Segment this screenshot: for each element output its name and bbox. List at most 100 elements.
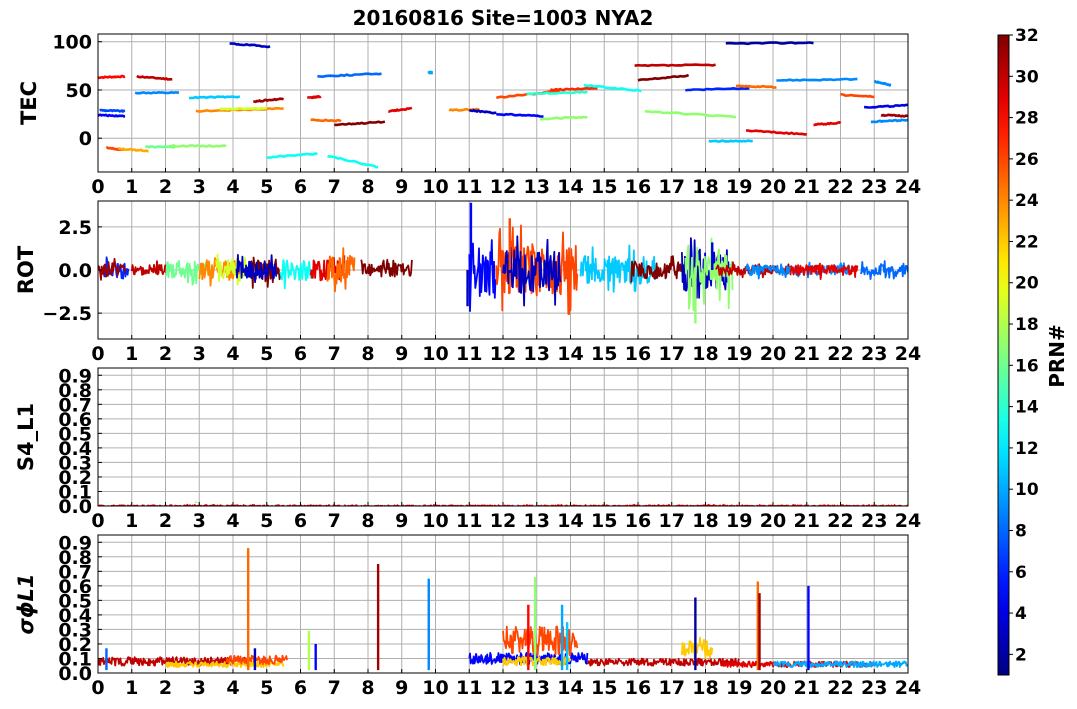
- x-tick-label: 18: [692, 677, 718, 699]
- x-tick-label: 1: [125, 176, 138, 198]
- x-tick-label: 14: [557, 343, 583, 365]
- x-tick-label: 22: [827, 510, 853, 532]
- x-tick-label: 2: [159, 677, 172, 699]
- data-series-prn-5: [468, 239, 498, 313]
- x-tick-label: 15: [591, 510, 617, 532]
- x-tick-label: 18: [692, 510, 718, 532]
- x-tick-label: 23: [861, 510, 887, 532]
- x-tick-label: 11: [456, 510, 482, 532]
- x-tick-label: 13: [524, 677, 550, 699]
- x-tick-label: 8: [361, 343, 374, 365]
- data-series-prn-8: [317, 72, 382, 78]
- y-axis-label: ROT: [14, 245, 38, 294]
- data-series-prn-9: [873, 79, 892, 87]
- data-series-prn-13: [327, 154, 379, 169]
- x-tick-label: 15: [591, 343, 617, 365]
- x-tick-label: 0: [91, 510, 104, 532]
- data-series-prn-30: [586, 657, 740, 667]
- data-series-prn-3: [229, 42, 271, 49]
- colorbar-label: PRN#: [1045, 324, 1069, 388]
- x-tick-label: 7: [328, 176, 341, 198]
- colorbar-tick-label: 18: [1015, 315, 1039, 335]
- x-tick-label: 8: [361, 510, 374, 532]
- data-series-prn-11: [708, 139, 754, 143]
- x-tick-label: 24: [895, 343, 921, 365]
- data-series-prn-31: [253, 97, 284, 104]
- x-tick-label: 24: [895, 510, 921, 532]
- x-tick-label: 24: [895, 176, 921, 198]
- x-tick-label: 8: [361, 176, 374, 198]
- x-tick-label: 16: [625, 343, 651, 365]
- x-tick-label: 1: [125, 677, 138, 699]
- figure: 20160816 Site=1003 NYA2 1005000 1 2 3 4 5 6 7 8 9…: [14, 6, 1069, 699]
- data-series-prn-29: [387, 106, 413, 113]
- y-tick-label: 0.0: [58, 260, 92, 282]
- data-series-prn-28: [98, 74, 126, 80]
- y-tick-label: 0: [79, 128, 92, 150]
- y-axis-label: σϕL1: [14, 573, 38, 634]
- data-series-prn-29: [745, 129, 807, 136]
- x-tick-label: 12: [490, 677, 516, 699]
- data-series-prn-7: [99, 108, 126, 113]
- y-tick-label: −2.5: [42, 303, 92, 325]
- colorbar-tick-label: 22: [1015, 232, 1039, 252]
- x-tick-label: 4: [226, 343, 239, 365]
- data-series-prn-2: [725, 41, 814, 46]
- x-tick-label: 4: [226, 176, 239, 198]
- colorbar-tick-label: 12: [1015, 439, 1039, 459]
- x-tick-label: 4: [226, 510, 239, 532]
- x-tick-label: 19: [726, 343, 752, 365]
- x-tick-label: 13: [524, 176, 550, 198]
- data-series-prn-9: [870, 118, 908, 124]
- data-series-prn-9: [776, 77, 858, 82]
- data-series-prn-10: [427, 70, 434, 75]
- x-tick-label: 15: [591, 176, 617, 198]
- x-tick-label: 20: [760, 343, 786, 365]
- y-tick-label: 0.0: [58, 663, 92, 685]
- x-tick-label: 18: [692, 176, 718, 198]
- x-tick-label: 19: [726, 510, 752, 532]
- colorbar-tick-label: 24: [1015, 191, 1039, 211]
- data-series-prn-5: [98, 113, 126, 118]
- data-series-prn-11: [188, 95, 241, 100]
- y-tick-label: 50: [66, 80, 92, 102]
- colorbar-gradient: [997, 34, 1010, 676]
- x-tick-label: 10: [422, 176, 448, 198]
- chart-title: 20160816 Site=1003 NYA2: [353, 6, 654, 30]
- data-series-prn-29: [813, 121, 842, 127]
- colorbar-tick-label: 32: [1015, 26, 1039, 46]
- data-series-prn-17: [644, 110, 737, 119]
- x-tick-label: 17: [659, 343, 685, 365]
- y-tick-label: 0.0: [58, 496, 92, 518]
- x-tick-label: 14: [557, 510, 583, 532]
- x-tick-label: 13: [524, 510, 550, 532]
- y-axis-label: S4_L1: [14, 403, 38, 471]
- x-tick-label: 21: [794, 677, 820, 699]
- x-tick-label: 9: [395, 176, 408, 198]
- colorbar-tick-label: 14: [1015, 398, 1039, 418]
- x-tick-label: 11: [456, 677, 482, 699]
- colorbar-tick-label: 16: [1015, 356, 1039, 376]
- colorbar: PRN# 2468101214161820222426283032: [997, 26, 1069, 676]
- x-tick-label: 3: [193, 510, 206, 532]
- x-tick-label: 11: [456, 176, 482, 198]
- x-tick-label: 6: [294, 343, 307, 365]
- data-series-prn-32: [637, 73, 690, 82]
- x-tick-label: 10: [422, 343, 448, 365]
- data-series-prn-17: [168, 144, 227, 148]
- x-tick-label: 6: [294, 176, 307, 198]
- colorbar-tick-label: 28: [1015, 109, 1039, 129]
- x-tick-label: 3: [193, 176, 206, 198]
- data-series-prn-32: [334, 120, 386, 127]
- x-tick-label: 12: [490, 343, 516, 365]
- colorbar-tick-label: 20: [1015, 274, 1039, 294]
- data-series-prn-25: [310, 118, 342, 123]
- x-tick-label: 7: [328, 510, 341, 532]
- x-tick-label: 19: [726, 677, 752, 699]
- x-tick-label: 24: [895, 677, 921, 699]
- data-series-prn-19: [219, 106, 267, 111]
- colorbar-tick-label: 26: [1015, 150, 1039, 170]
- data-series-prn-9: [134, 91, 180, 95]
- x-tick-label: 5: [260, 176, 273, 198]
- data-series-prn-31: [880, 113, 908, 118]
